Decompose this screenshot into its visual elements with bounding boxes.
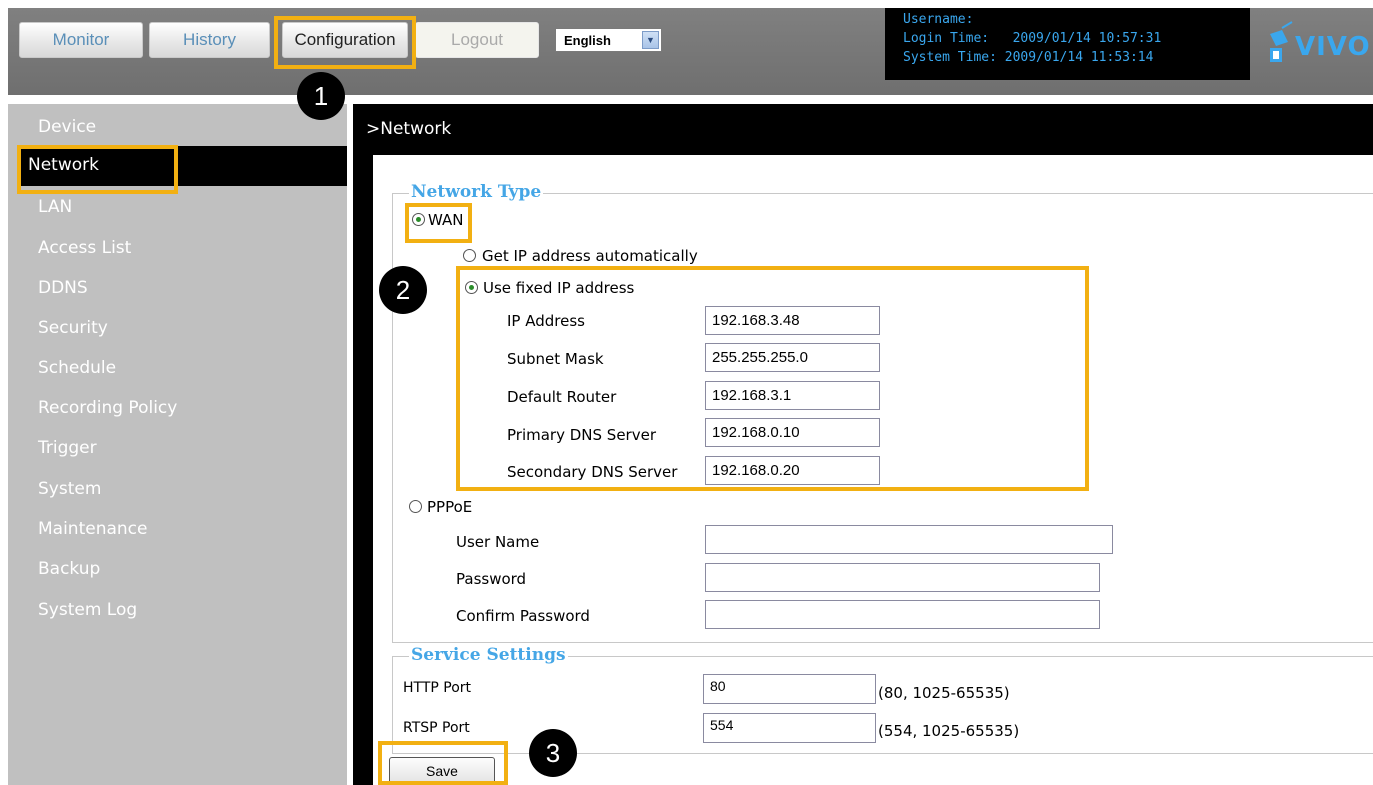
- rtsp-port-label: RTSP Port: [403, 720, 470, 736]
- sidebar-item-device[interactable]: Device: [38, 117, 96, 137]
- highlight-save: [378, 741, 508, 785]
- sidebar-item-access-list[interactable]: Access List: [38, 238, 131, 258]
- sidebar-item-maintenance[interactable]: Maintenance: [38, 519, 147, 539]
- pppoe-username-label: User Name: [456, 533, 540, 551]
- page-title: >Network: [366, 112, 1373, 148]
- vivotek-logo: VIVO: [1262, 20, 1373, 70]
- http-port-hint: (80, 1025-65535): [878, 684, 1010, 702]
- login-time-label: Login Time:: [903, 31, 990, 46]
- system-time-value: 2009/01/14 11:53:14: [1004, 50, 1154, 65]
- monitor-button[interactable]: Monitor: [19, 22, 143, 58]
- pppoe-password-label: Password: [456, 570, 527, 588]
- history-button[interactable]: History: [149, 22, 270, 58]
- pppoe-password-input[interactable]: [705, 563, 1100, 592]
- pppoe-username-input[interactable]: [705, 525, 1113, 554]
- pppoe-label: PPPoE: [427, 498, 473, 516]
- language-value: English: [564, 32, 611, 48]
- logo-text: VIVO: [1295, 32, 1371, 62]
- highlight-network: [17, 145, 178, 194]
- network-type-legend: Network Type: [409, 182, 544, 202]
- pppoe-confirm-password-label: Confirm Password: [456, 607, 590, 625]
- logout-button[interactable]: Logout: [415, 22, 539, 58]
- sidebar-item-schedule[interactable]: Schedule: [38, 358, 116, 378]
- auto-ip-radio[interactable]: [463, 249, 476, 262]
- callout-1: 1: [297, 72, 345, 120]
- username-label: Username:: [903, 12, 974, 27]
- rtsp-port-input[interactable]: 554: [703, 713, 876, 743]
- system-time-label: System Time:: [903, 50, 997, 65]
- pppoe-confirm-password-input[interactable]: [705, 600, 1100, 629]
- rtsp-port-hint: (554, 1025-65535): [878, 722, 1020, 740]
- session-info-panel: Username: Login Time: 2009/01/14 10:57:3…: [885, 8, 1250, 80]
- login-time-value: 2009/01/14 10:57:31: [1012, 31, 1162, 46]
- sidebar-item-lan[interactable]: LAN: [38, 197, 72, 217]
- language-select[interactable]: English ▼: [555, 28, 662, 52]
- highlight-fixed-ip: [456, 266, 1089, 491]
- highlight-wan: [405, 203, 472, 243]
- http-port-label: HTTP Port: [403, 680, 472, 696]
- sidebar-item-system[interactable]: System: [38, 479, 101, 499]
- sidebar-item-security[interactable]: Security: [38, 318, 108, 338]
- http-port-input[interactable]: 80: [703, 674, 876, 704]
- sidebar-item-recording-policy[interactable]: Recording Policy: [38, 398, 177, 418]
- sidebar-item-ddns[interactable]: DDNS: [38, 278, 88, 298]
- highlight-configuration: [274, 16, 416, 69]
- auto-ip-label: Get IP address automatically: [482, 247, 698, 265]
- sidebar-item-system-log[interactable]: System Log: [38, 600, 137, 620]
- chevron-down-icon[interactable]: ▼: [642, 31, 659, 49]
- service-settings-legend: Service Settings: [409, 645, 568, 665]
- callout-2: 2: [379, 266, 427, 314]
- sidebar-item-trigger[interactable]: Trigger: [38, 438, 97, 458]
- sidebar-item-backup[interactable]: Backup: [38, 559, 100, 579]
- pppoe-radio[interactable]: [409, 500, 422, 513]
- callout-3: 3: [529, 729, 577, 777]
